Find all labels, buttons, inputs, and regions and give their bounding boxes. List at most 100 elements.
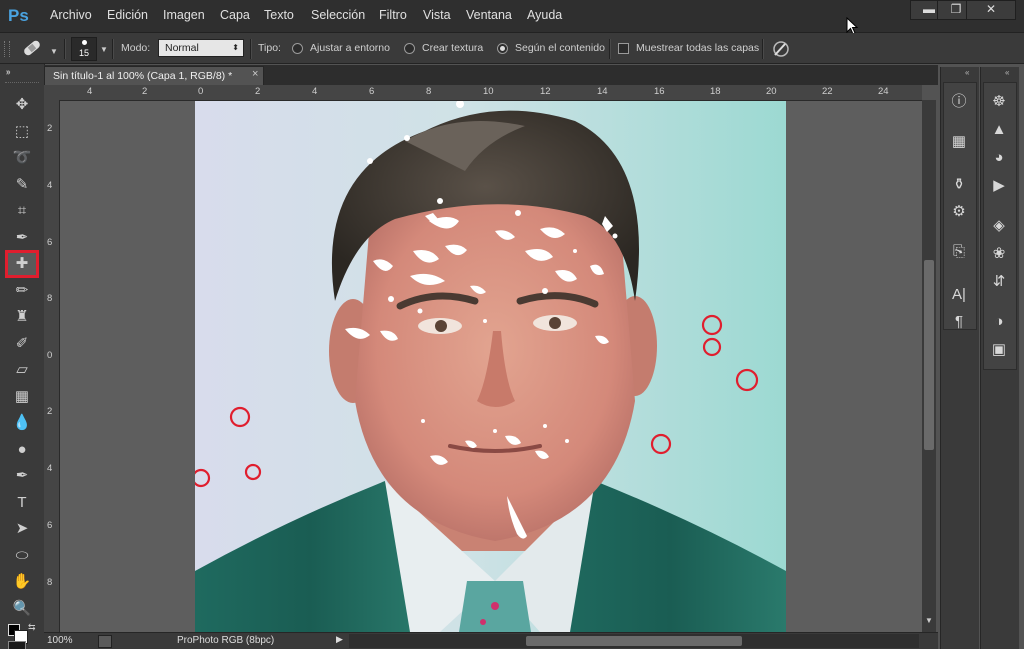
- expand-arrows-icon[interactable]: »: [6, 68, 10, 77]
- lasso-tool[interactable]: ➰: [8, 147, 36, 169]
- type-label: Tipo:: [258, 42, 281, 54]
- paths-icon[interactable]: ⇵: [980, 271, 1018, 293]
- brush-size-picker[interactable]: 15: [71, 37, 97, 61]
- crop-tool[interactable]: ⌗: [8, 200, 36, 222]
- swatches-icon[interactable]: ◕: [980, 147, 1018, 169]
- brush-tool[interactable]: ✏: [8, 280, 36, 302]
- status-bar: 100% ProPhoto RGB (8bpc) ▶: [44, 632, 938, 650]
- menu-vista[interactable]: Vista: [423, 8, 451, 22]
- radio-ajustar-entorno[interactable]: [292, 43, 303, 54]
- ruler-top-label: 24: [878, 86, 889, 97]
- ellipse-tool[interactable]: ⬭: [8, 545, 36, 567]
- adjustments-icon[interactable]: ◑: [980, 311, 1018, 333]
- eyedropper-tool-icon: ✒: [15, 229, 29, 246]
- brush-tool-icon: ✏: [15, 282, 29, 299]
- brush-dropdown-arrow-icon[interactable]: ▼: [100, 45, 108, 54]
- menu-edicion[interactable]: Edición: [107, 8, 148, 22]
- styles-icon[interactable]: ▣: [980, 339, 1018, 361]
- eraser-tool[interactable]: ▱: [8, 359, 36, 381]
- color-wheel-icon[interactable]: ☸: [980, 91, 1018, 113]
- menu-imagen[interactable]: Imagen: [163, 8, 205, 22]
- separator: [112, 39, 114, 59]
- menu-archivo[interactable]: Archivo: [50, 8, 92, 22]
- menu-seleccion[interactable]: Selección: [311, 8, 365, 22]
- photoshop-logo: Ps: [8, 6, 29, 25]
- status-menu-arrow-icon[interactable]: ▶: [336, 634, 343, 645]
- sample-all-layers-checkbox[interactable]: [618, 43, 629, 54]
- menu-ayuda[interactable]: Ayuda: [527, 8, 562, 22]
- actions-icon[interactable]: ▶: [980, 175, 1018, 197]
- updown-arrows-icon: ⬍: [232, 43, 239, 52]
- blur-tool-icon: 💧: [12, 414, 32, 431]
- close-tab-icon[interactable]: ×: [252, 68, 258, 80]
- collapse-panel-icon[interactable]: «: [965, 68, 969, 77]
- history-brush-tool[interactable]: ✐: [8, 333, 36, 355]
- character-icon[interactable]: A|: [940, 284, 978, 306]
- radio-crear-textura[interactable]: [404, 43, 415, 54]
- menu-ventana[interactable]: Ventana: [466, 8, 512, 22]
- move-tool[interactable]: ✥: [8, 94, 36, 116]
- vertical-scroll-thumb[interactable]: [924, 260, 934, 450]
- blur-tool[interactable]: 💧: [8, 412, 36, 434]
- layers-icon[interactable]: ◈: [980, 215, 1018, 237]
- menu-capa[interactable]: Capa: [220, 8, 250, 22]
- crop-tool-icon: ⌗: [17, 202, 27, 219]
- toolbar-grip[interactable]: [5, 82, 39, 86]
- options-bar-grip[interactable]: [4, 41, 10, 57]
- radio-segun-contenido-label[interactable]: Según el contenido: [515, 42, 605, 54]
- swap-colors-icon[interactable]: ⇆: [28, 622, 36, 633]
- type-tool[interactable]: T: [8, 492, 36, 514]
- scroll-down-icon[interactable]: ▼: [925, 616, 933, 625]
- spot-healing-preset-icon[interactable]: [20, 37, 44, 59]
- hand-tool-icon: ✋: [12, 573, 32, 590]
- pen-tool-icon: ✒: [15, 467, 29, 484]
- pressure-brush-icon[interactable]: [771, 39, 791, 59]
- eyedropper-tool[interactable]: ✒: [8, 227, 36, 249]
- info-icon[interactable]: ⓘ: [940, 91, 978, 113]
- clone-stamp-tool[interactable]: ♜: [8, 306, 36, 328]
- radio-segun-contenido[interactable]: [497, 43, 508, 54]
- path-selection-tool-icon: ➤: [15, 520, 29, 537]
- gradient-tool[interactable]: ▦: [8, 386, 36, 408]
- menu-texto[interactable]: Texto: [264, 8, 294, 22]
- spot-healing-brush-tool[interactable]: ✚: [5, 250, 39, 278]
- brushes-icon[interactable]: ⚱: [940, 174, 978, 196]
- close-window-button[interactable]: ✕: [966, 0, 1016, 20]
- clone-source-icon[interactable]: ⎘: [940, 241, 978, 263]
- marquee-tool[interactable]: ⬚: [8, 121, 36, 143]
- tool-presets-icon[interactable]: ⚙: [940, 201, 978, 223]
- radio-crear-textura-label[interactable]: Crear textura: [422, 42, 483, 54]
- zoom-level[interactable]: 100%: [47, 635, 73, 646]
- navigator-icon[interactable]: ▦: [940, 131, 978, 153]
- channels-icon[interactable]: ❀: [980, 243, 1018, 265]
- dodge-tool[interactable]: ●: [8, 439, 36, 461]
- menu-bar: Ps Archivo Edición Imagen Capa Texto Sel…: [0, 0, 1024, 35]
- collapse-panel-icon[interactable]: «: [1005, 68, 1009, 77]
- color-profile: ProPhoto RGB (8bpc): [177, 635, 275, 646]
- mode-select[interactable]: Normal ⬍: [158, 39, 244, 57]
- portrait-photo[interactable]: [195, 101, 786, 632]
- radio-ajustar-entorno-label[interactable]: Ajustar a entorno: [310, 42, 390, 54]
- ruler-left-label: 8: [47, 577, 53, 588]
- zoom-tool[interactable]: 🔍: [8, 598, 36, 620]
- menu-filtro[interactable]: Filtro: [379, 8, 407, 22]
- ruler-top-label: 12: [540, 86, 551, 97]
- path-selection-tool[interactable]: ➤: [8, 518, 36, 540]
- sample-all-layers-label[interactable]: Muestrear todas las capas: [636, 42, 759, 54]
- share-icon[interactable]: [98, 635, 112, 648]
- ruler-left-label: 6: [47, 520, 53, 531]
- hand-tool[interactable]: ✋: [8, 571, 36, 593]
- move-tool-icon: ✥: [15, 96, 29, 113]
- horizontal-scroll-thumb[interactable]: [526, 636, 742, 646]
- vertical-scrollbar[interactable]: ▼: [922, 100, 936, 632]
- ruler-top-label: 18: [710, 86, 721, 97]
- document-tab-title[interactable]: Sin título-1 al 100% (Capa 1, RGB/8) *: [53, 70, 232, 82]
- canvas-area[interactable]: [60, 101, 922, 632]
- ruler-left-label: 8: [47, 293, 53, 304]
- separator: [250, 39, 252, 59]
- paragraph-icon[interactable]: ¶: [940, 311, 978, 333]
- pen-tool[interactable]: ✒: [8, 465, 36, 487]
- quick-selection-tool[interactable]: ✎: [8, 174, 36, 196]
- histogram-icon[interactable]: ▲: [980, 119, 1018, 141]
- preset-dropdown-arrow-icon[interactable]: ▼: [50, 47, 58, 56]
